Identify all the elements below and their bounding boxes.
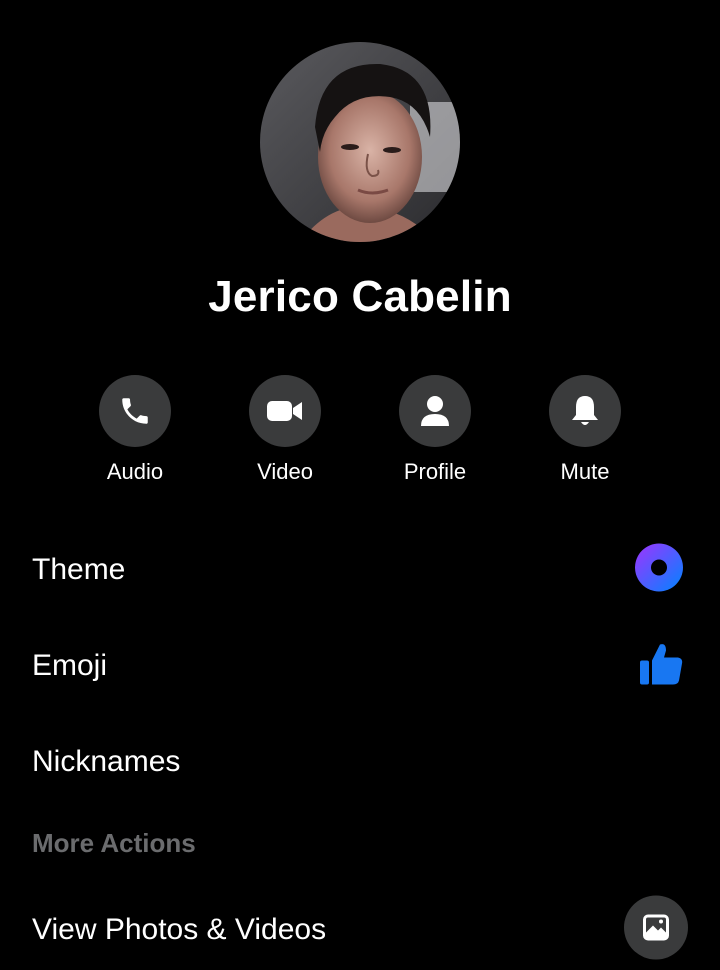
view-photos-videos-row[interactable]: View Photos & Videos [0, 890, 720, 970]
emoji-label: Emoji [32, 649, 108, 682]
mute-label: Mute [560, 459, 610, 484]
photo-icon [624, 895, 688, 965]
audio-button-circle[interactable] [99, 375, 171, 447]
video-button-circle[interactable] [249, 375, 321, 447]
avatar[interactable] [260, 42, 460, 242]
audio-call-button[interactable]: Audio [60, 375, 210, 485]
profile-label: Profile [403, 459, 467, 484]
view-photos-videos-label: View Photos & Videos [32, 913, 327, 946]
avatar-photo [260, 42, 460, 242]
theme-label: Theme [32, 553, 126, 586]
nicknames-row[interactable]: Nicknames [0, 722, 720, 802]
phone-icon [122, 398, 148, 424]
audio-label: Audio [106, 459, 164, 484]
theme-icon [634, 543, 684, 598]
mute-button[interactable]: Mute [510, 375, 660, 485]
person-icon [421, 396, 449, 426]
more-actions-header: More Actions [32, 828, 196, 858]
profile-button-circle[interactable] [399, 375, 471, 447]
video-call-button[interactable]: Video [210, 375, 360, 485]
profile-button[interactable]: Profile [360, 375, 510, 485]
theme-row[interactable]: Theme [0, 530, 720, 610]
emoji-row[interactable]: Emoji [0, 626, 720, 706]
bell-icon [572, 396, 598, 425]
video-camera-icon [267, 401, 302, 421]
nicknames-label: Nicknames [32, 745, 181, 778]
mute-button-circle[interactable] [549, 375, 621, 447]
contact-name: Jerico Cabelin [208, 272, 512, 321]
thumbs-up-icon [638, 641, 684, 692]
video-label: Video [257, 459, 313, 484]
